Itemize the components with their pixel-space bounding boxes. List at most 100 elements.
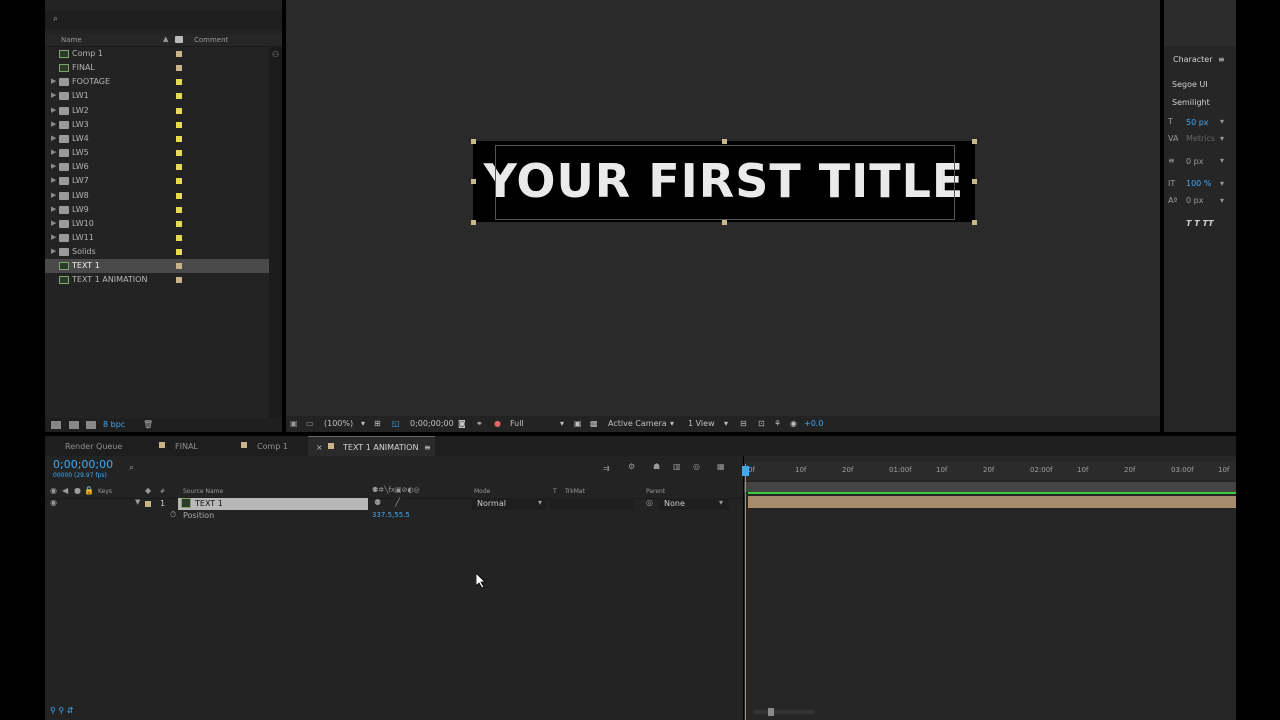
label-swatch[interactable]: [176, 220, 182, 227]
project-item-lw11[interactable]: ▶ LW11: [45, 231, 282, 245]
snapshot-icon[interactable]: ◙: [458, 419, 466, 428]
chevron-right-icon[interactable]: ▶: [51, 176, 56, 184]
transform-handle[interactable]: [972, 139, 977, 144]
chevron-right-icon[interactable]: ▶: [51, 233, 56, 241]
project-item-text-1-animation[interactable]: TEXT 1 ANIMATION: [45, 273, 282, 287]
label-swatch[interactable]: [176, 263, 182, 270]
timeline-icon[interactable]: ⚘: [774, 419, 781, 428]
property-row[interactable]: ⏱ Position 337.5,55.5: [45, 510, 743, 522]
project-item-lw9[interactable]: ▶ LW9: [45, 203, 282, 217]
label-swatch[interactable]: [176, 277, 182, 284]
transform-handle[interactable]: [972, 220, 977, 225]
label-swatch[interactable]: [176, 135, 182, 142]
project-item-footage[interactable]: ▶ FOOTAGE: [45, 75, 282, 89]
graph-editor-icon[interactable]: ▦: [717, 462, 725, 471]
chevron-right-icon[interactable]: ▶: [51, 247, 56, 255]
layer-label-swatch[interactable]: [145, 501, 151, 507]
font-family-field[interactable]: Segoe UI: [1172, 80, 1208, 89]
monitor-icon[interactable]: ▭: [306, 419, 314, 428]
chevron-down-icon[interactable]: ▾: [670, 419, 674, 428]
stopwatch-icon[interactable]: ⏱: [170, 510, 176, 520]
comp-mini-flowchart-icon[interactable]: ⇉: [603, 464, 610, 473]
project-item-lw8[interactable]: ▶ LW8: [45, 189, 282, 203]
transform-handle[interactable]: [722, 139, 727, 144]
transform-handle[interactable]: [972, 179, 977, 184]
toggle-pixel-icon[interactable]: ⊟: [740, 419, 747, 428]
chevron-down-icon[interactable]: ▾: [1220, 196, 1224, 205]
grid-icon[interactable]: ⊞: [374, 419, 381, 428]
chevron-down-icon[interactable]: ▼: [135, 498, 140, 506]
stroke-value[interactable]: 0 px: [1186, 157, 1203, 166]
chevron-right-icon[interactable]: ▶: [51, 91, 56, 99]
interpret-footage-icon[interactable]: [51, 421, 61, 429]
baseline-value[interactable]: 0 px: [1186, 196, 1203, 205]
chevron-right-icon[interactable]: ▶: [51, 205, 56, 213]
transform-handle[interactable]: [722, 220, 727, 225]
draft-3d-icon[interactable]: ⚙: [628, 462, 635, 471]
time-ruler[interactable]: 0f 10f 20f 01:00f 10f 20f 02:00f 10f 20f 03:00f 10…: [744, 462, 1236, 480]
trkmat-dropdown[interactable]: [550, 498, 634, 510]
label-swatch[interactable]: [176, 234, 182, 241]
kerning-value[interactable]: Metrics: [1186, 134, 1215, 143]
label-swatch[interactable]: [176, 164, 182, 171]
solo-icon[interactable]: ●: [74, 486, 81, 495]
project-item-lw6[interactable]: ▶ LW6: [45, 160, 282, 174]
eye-icon[interactable]: ◉: [50, 486, 57, 495]
parent-dropdown[interactable]: None ▾: [659, 498, 729, 510]
audio-icon[interactable]: ◀: [62, 486, 68, 495]
channel-icon[interactable]: ●: [494, 419, 501, 428]
vertical-scale-value[interactable]: 100 %: [1186, 179, 1211, 188]
chevron-right-icon[interactable]: ▶: [51, 120, 56, 128]
character-title[interactable]: Character: [1173, 55, 1213, 64]
text-layer-bounds[interactable]: YOUR FIRST TITLE: [471, 139, 977, 225]
flowchart-icon[interactable]: ⚇: [272, 50, 279, 59]
label-swatch[interactable]: [176, 107, 182, 114]
tab-final[interactable]: FINAL: [153, 436, 233, 456]
always-preview-icon[interactable]: ▣: [290, 419, 298, 428]
tab-render-queue[interactable]: Render Queue: [59, 436, 149, 456]
eye-icon[interactable]: ◉: [50, 498, 57, 507]
label-swatch[interactable]: [176, 150, 182, 157]
panel-menu-icon[interactable]: ≡: [1218, 55, 1225, 64]
playhead-handle[interactable]: [742, 466, 749, 476]
tab-text-1-animation[interactable]: × TEXT 1 ANIMATION ≡: [308, 436, 435, 457]
chevron-down-icon[interactable]: ▾: [1220, 156, 1224, 165]
chevron-right-icon[interactable]: ▶: [51, 191, 56, 199]
collapse-transform-icon[interactable]: ⚉: [374, 498, 381, 507]
label-swatch[interactable]: [176, 65, 182, 72]
close-icon[interactable]: ×: [316, 443, 323, 452]
project-item-lw10[interactable]: ▶ LW10: [45, 217, 282, 231]
col-source-name[interactable]: Source Name: [183, 488, 223, 495]
project-item-lw2[interactable]: ▶ LW2: [45, 104, 282, 118]
project-item-comp-1[interactable]: Comp 1: [45, 47, 282, 61]
project-item-lw3[interactable]: ▶ LW3: [45, 118, 282, 132]
blend-mode-dropdown[interactable]: Normal ▾: [472, 498, 546, 510]
fast-preview-icon[interactable]: ⊡: [758, 419, 765, 428]
camera-dropdown[interactable]: Active Camera: [608, 419, 667, 428]
composition-viewer[interactable]: YOUR FIRST TITLE ▣ ▭ (100%) ▾ ⊞ ◱ 0;00;0…: [286, 0, 1160, 432]
exposure-reset-icon[interactable]: ◉: [790, 419, 797, 428]
exposure-value[interactable]: +0.0: [804, 419, 823, 428]
chevron-right-icon[interactable]: ▶: [51, 219, 56, 227]
new-folder-icon[interactable]: [69, 421, 79, 429]
label-swatch[interactable]: [176, 206, 182, 213]
motion-blur-icon[interactable]: ◎: [693, 462, 700, 471]
project-item-text-1[interactable]: TEXT 1: [45, 259, 282, 274]
project-item-solids[interactable]: ▶ Solids: [45, 245, 282, 259]
region-icon[interactable]: ▣: [574, 419, 582, 428]
project-item-lw1[interactable]: ▶ LW1: [45, 89, 282, 103]
chevron-right-icon[interactable]: ▶: [51, 162, 56, 170]
chevron-right-icon[interactable]: ▶: [51, 106, 56, 114]
quality-icon[interactable]: ╱: [395, 498, 400, 507]
frame-blending-icon[interactable]: ▥: [673, 462, 681, 471]
mask-icon[interactable]: ◱: [392, 419, 400, 428]
new-comp-icon[interactable]: [86, 421, 96, 429]
label-swatch[interactable]: [176, 192, 182, 199]
resolution-dropdown[interactable]: Full: [510, 419, 524, 428]
trash-icon[interactable]: 🗑: [143, 420, 153, 429]
tab-menu-icon[interactable]: ≡: [424, 443, 431, 452]
label-swatch[interactable]: [176, 178, 182, 185]
transform-handle[interactable]: [471, 139, 476, 144]
show-snapshot-icon[interactable]: ⚭: [476, 419, 483, 428]
chevron-down-icon[interactable]: ▾: [361, 419, 365, 428]
